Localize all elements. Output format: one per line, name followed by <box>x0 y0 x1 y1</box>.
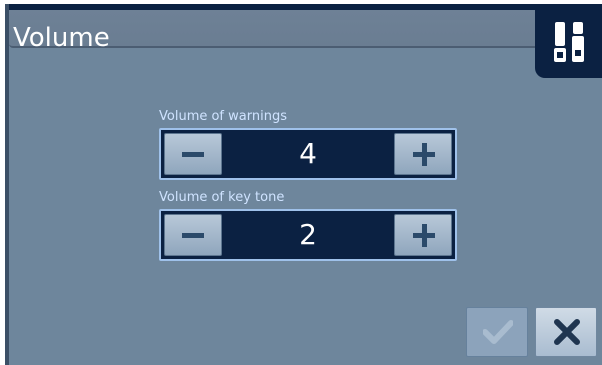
plus-icon-vertical <box>422 143 427 166</box>
volume-keytone-label: Volume of key tone <box>159 190 285 205</box>
volume-warnings-value: 4 <box>299 137 317 170</box>
settings-sliders-icon <box>554 22 584 62</box>
window-left-edge <box>5 4 9 365</box>
volume-warnings-increase-button[interactable] <box>394 133 452 175</box>
cancel-button[interactable] <box>535 307 597 357</box>
volume-warnings-stepper: 4 <box>159 128 457 180</box>
confirm-button[interactable] <box>466 307 528 357</box>
checkmark-icon <box>483 320 513 344</box>
page-title: Volume <box>13 23 110 53</box>
settings-corner-button[interactable] <box>535 6 602 78</box>
volume-keytone-value: 2 <box>299 218 317 251</box>
volume-warnings-label: Volume of warnings <box>159 109 287 124</box>
volume-keytone-stepper: 2 <box>159 209 457 261</box>
close-icon <box>554 319 580 345</box>
volume-warnings-decrease-button[interactable] <box>164 133 222 175</box>
minus-icon <box>182 152 204 157</box>
plus-icon-vertical <box>422 224 427 247</box>
minus-icon <box>182 233 204 238</box>
dialog-header: Volume <box>9 10 594 53</box>
volume-keytone-increase-button[interactable] <box>394 214 452 256</box>
volume-keytone-decrease-button[interactable] <box>164 214 222 256</box>
